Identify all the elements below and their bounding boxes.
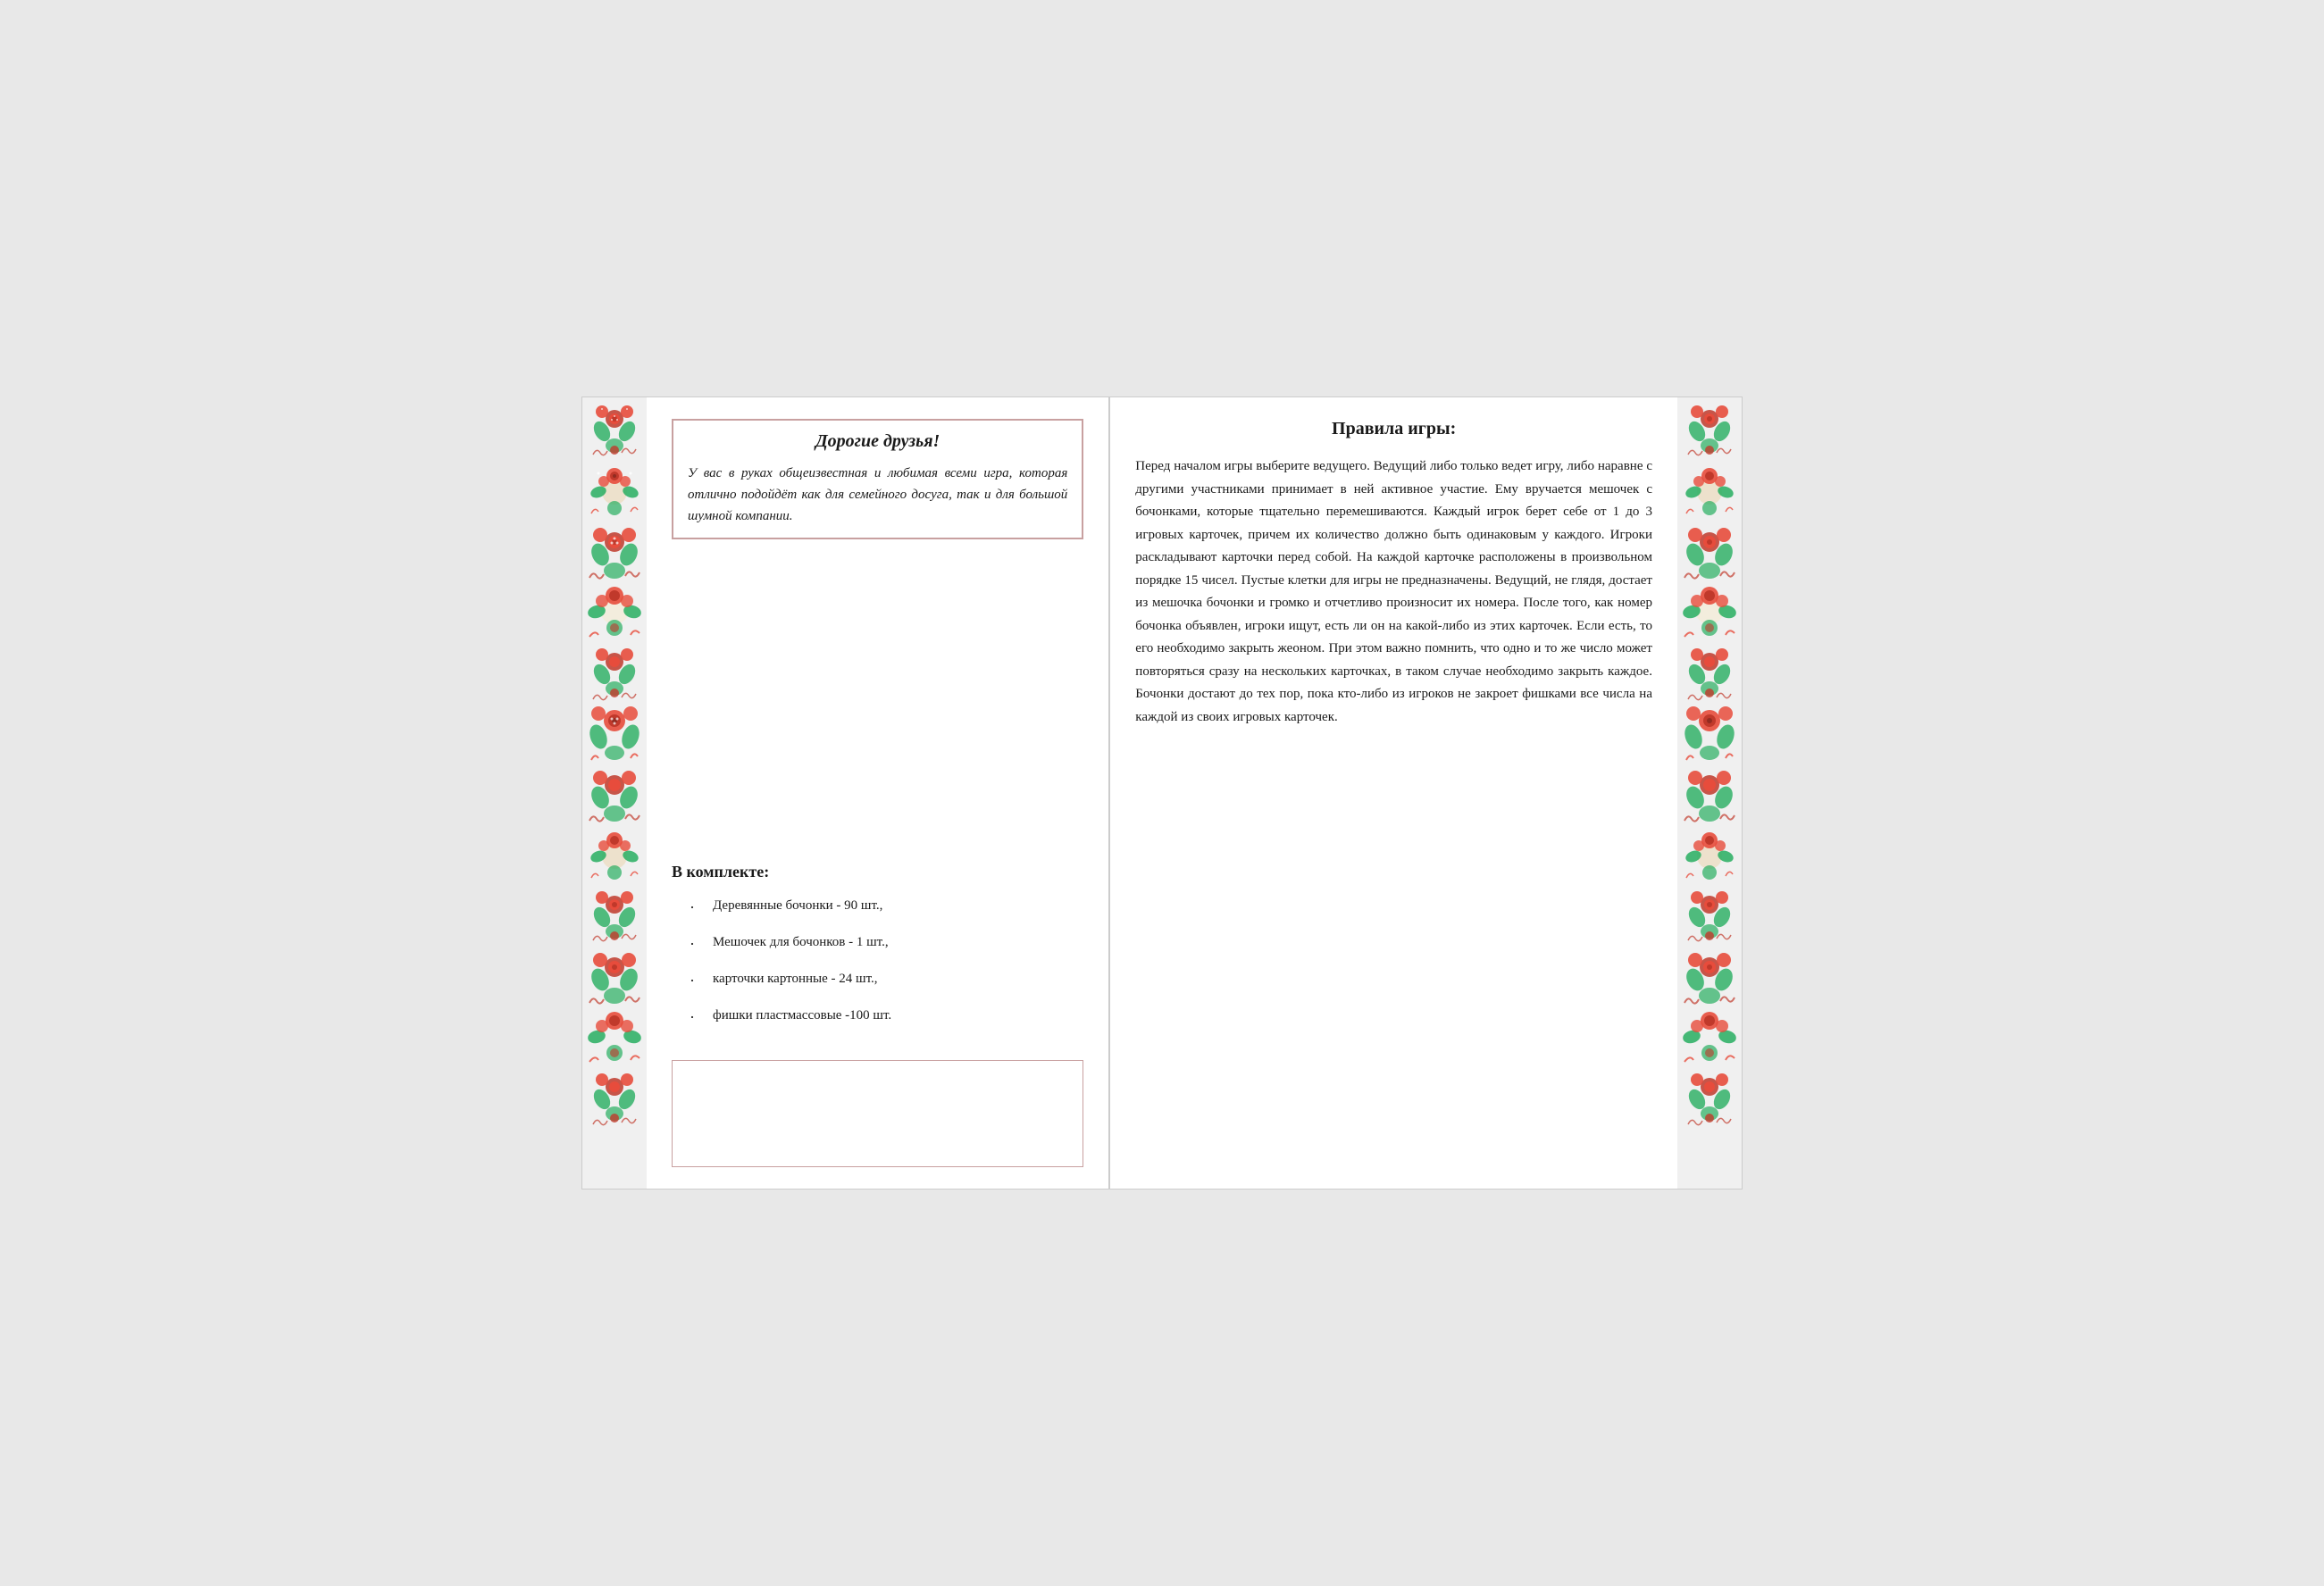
floral-unit [584,644,645,705]
kit-item-2: · Мешочек для бочонков - 1 шт., [672,932,1083,956]
floral-unit [584,401,645,462]
dear-friends-text: У вас в руках общеизвестная и любимая вс… [688,463,1067,527]
floral-unit [584,1069,645,1130]
kit-items-list: · Деревянные бочонки - 90 шт., · Мешочек… [672,896,1083,1030]
kit-item-label-2: Мешочек для бочонков - 1 шт., [713,932,889,953]
page: Дорогие друзья! У вас в руках общеизвест… [581,396,1743,1190]
kit-item-label-1: Деревянные бочонки - 90 шт., [713,896,882,916]
floral-unit-r [1679,1069,1740,1130]
floral-unit-r [1679,826,1740,887]
kit-bullet-4: · [690,1006,695,1030]
main-content: Дорогие друзья! У вас в руках общеизвест… [647,397,1677,1189]
floral-unit-r [1679,644,1740,705]
right-border [1677,397,1742,1189]
floral-unit [584,1008,645,1069]
floral-unit-r [1679,705,1740,765]
right-panel: Правила игры: Перед началом игры выберит… [1110,397,1677,1189]
floral-unit-r [1679,947,1740,1008]
right-floral-strip [1679,401,1740,1130]
dear-friends-section: Дорогие друзья! У вас в руках общеизвест… [672,419,1083,539]
floral-unit [584,947,645,1008]
kit-bullet-3: · [690,969,695,993]
floral-unit-r [1679,765,1740,826]
floral-unit [584,826,645,887]
floral-unit [584,705,645,765]
kit-item-1: · Деревянные бочонки - 90 шт., [672,896,1083,920]
spacer-top [672,557,1083,845]
floral-unit [584,765,645,826]
kit-item-3: · карточки картонные - 24 шт., [672,969,1083,993]
kit-item-label-4: фишки пластмассовые -100 шт. [713,1006,891,1026]
floral-unit-r [1679,462,1740,522]
floral-unit-r [1679,522,1740,583]
kit-section: В комплекте: · Деревянные бочонки - 90 ш… [672,863,1083,1042]
floral-unit [584,887,645,947]
floral-unit-r [1679,401,1740,462]
floral-unit-r [1679,583,1740,644]
floral-unit [584,462,645,522]
kit-bullet-1: · [690,896,695,920]
floral-unit [584,522,645,583]
kit-bullet-2: · [690,932,695,956]
kit-title: В комплекте: [672,863,1083,881]
floral-unit [584,583,645,644]
left-border [582,397,647,1189]
rules-text: Перед началом игры выберите ведущего. Ве… [1135,455,1652,729]
kit-item-4: · фишки пластмассовые -100 шт. [672,1006,1083,1030]
rules-title: Правила игры: [1135,419,1652,439]
floral-unit-r [1679,887,1740,947]
floral-unit-r [1679,1008,1740,1069]
kit-item-label-3: карточки картонные - 24 шт., [713,969,878,989]
bottom-border-box [672,1060,1083,1167]
left-panel: Дорогие друзья! У вас в руках общеизвест… [647,397,1110,1189]
left-floral-strip [584,401,645,1130]
dear-friends-title: Дорогие друзья! [688,431,1067,452]
